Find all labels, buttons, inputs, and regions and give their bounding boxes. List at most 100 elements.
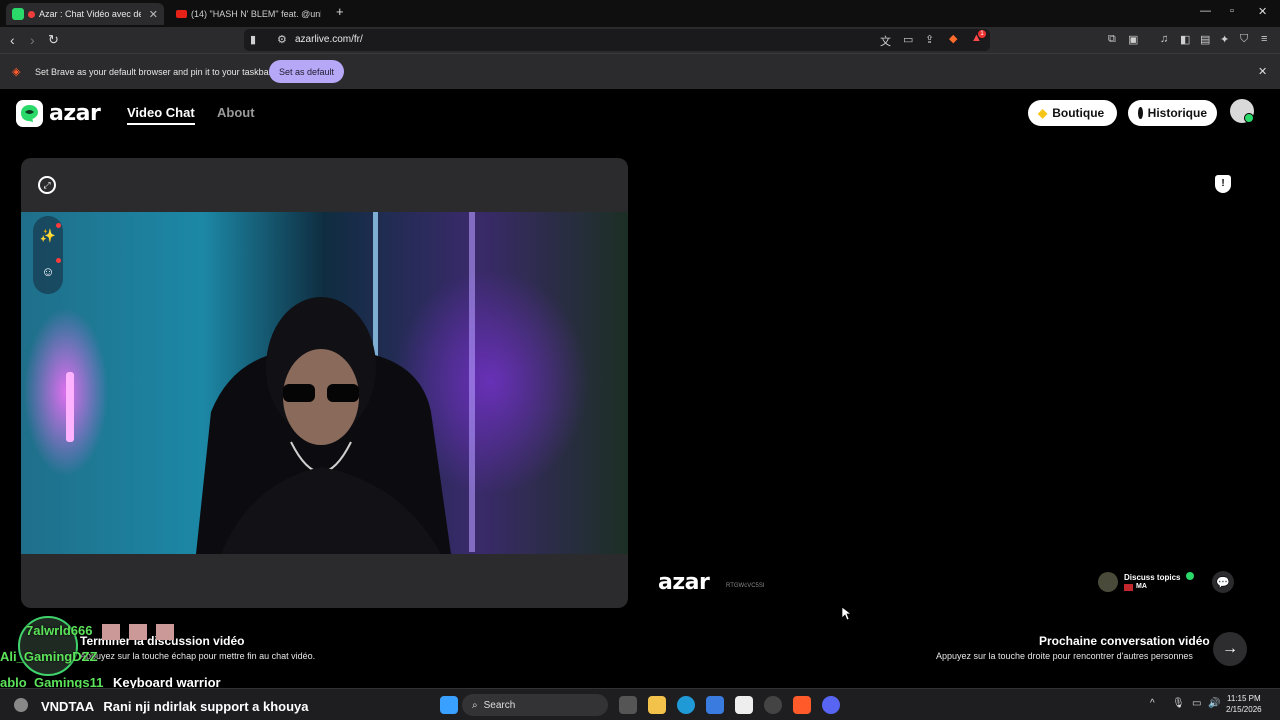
next-chat-subtitle: Appuyez sur la touche droite pour rencon… (936, 651, 1193, 661)
emote-icon (129, 624, 147, 640)
emote-icon (156, 624, 174, 640)
brave-taskbar-icon[interactable] (793, 696, 811, 714)
self-camera-illustration (66, 212, 475, 554)
browser-toolbar: ‹ › ↻ ▮ ⚙ azarlive.com/fr/ 文 ▭ ⇪ ◆ ▲ 1 ⧉… (0, 27, 1280, 53)
nav-video-chat[interactable]: Video Chat (127, 105, 195, 120)
url-text[interactable]: azarlive.com/fr/ (295, 34, 363, 45)
close-tab-icon[interactable]: ✕ (149, 8, 158, 21)
restore-icon[interactable]: ▫ (1230, 5, 1234, 17)
weather-icon[interactable] (14, 698, 28, 712)
diamond-icon: ◆ (1038, 106, 1048, 120)
end-chat-subtitle: Appuyez sur la touche échap pour mettre … (80, 651, 316, 661)
close-window-icon[interactable]: ✕ (1258, 5, 1267, 18)
browser-tab-strip: Azar : Chat Vidéo avec de no ✕ (14) "HAS… (0, 0, 1280, 27)
bookmark-icon[interactable]: ▮ (250, 33, 256, 46)
music-icon[interactable]: ♫ (1160, 33, 1168, 45)
brave-shields-icon[interactable]: ◆ (949, 32, 957, 45)
chat-username: 7alwrld666 (26, 623, 93, 638)
self-camera-feed (21, 212, 628, 554)
clock-date: 2/15/2026 (1226, 705, 1262, 714)
chat-username: Ali_GamingDZZ (0, 649, 98, 664)
screenshot-icon[interactable]: ▣ (1128, 33, 1138, 46)
chat-bubble-icon[interactable]: 💬 (1212, 571, 1234, 593)
mouse-cursor-icon (842, 607, 851, 620)
close-infobar-icon[interactable]: ✕ (1258, 65, 1267, 78)
tray-chevron-icon[interactable]: ^ (1150, 698, 1155, 709)
emote-row (102, 624, 174, 640)
next-conversation-button[interactable]: → (1213, 632, 1247, 666)
verified-icon (1186, 572, 1194, 580)
tab-youtube[interactable]: (14) "HASH N' BLEM" feat. @unknwn (170, 3, 330, 25)
vpn-shield-icon[interactable]: ⛉ (1240, 33, 1248, 46)
self-video-panel: ⤢ (21, 158, 628, 608)
windows-taskbar: VNDTAA Rani nji ndirlak support a khouya… (0, 688, 1280, 720)
microphone-icon[interactable]: 🎙 (1172, 698, 1185, 709)
tab-title: Azar : Chat Vidéo avec de no (39, 9, 141, 19)
windows-start-icon[interactable] (440, 696, 458, 714)
discuss-topics-label: Discuss topics (1124, 573, 1181, 582)
set-default-button[interactable]: Set as default (269, 60, 344, 83)
expand-icon[interactable]: ⤢ (38, 176, 56, 194)
discord-icon[interactable] (822, 696, 840, 714)
clock-icon (1138, 107, 1143, 119)
history-button[interactable]: Historique (1128, 100, 1217, 126)
store-icon[interactable] (706, 696, 724, 714)
azar-logo-icon (16, 100, 43, 127)
chat-username: VNDTAA (41, 699, 94, 714)
chat-line: VNDTAA Rani nji ndirlak support a khouya (41, 699, 309, 714)
cast-icon[interactable]: ▭ (903, 33, 913, 46)
youtube-favicon-icon (176, 10, 187, 18)
edge-icon[interactable] (677, 696, 695, 714)
tab-azar[interactable]: Azar : Chat Vidéo avec de no ✕ (6, 3, 164, 25)
azar-logo[interactable]: azar (16, 100, 101, 127)
notepad-icon[interactable] (735, 696, 753, 714)
new-tab-icon[interactable]: + (336, 4, 344, 19)
network-icon[interactable]: ▭ (1192, 698, 1201, 709)
brave-logo-icon: ◈ (12, 66, 21, 78)
infobar-text: Set Brave as your default browser and pi… (35, 67, 272, 77)
system-clock[interactable]: 11:15 PM 2/15/2026 (1226, 693, 1262, 715)
share-icon[interactable]: ⇪ (925, 33, 934, 46)
file-explorer-icon[interactable] (648, 696, 666, 714)
leo-ai-icon[interactable]: ✦ (1220, 33, 1229, 46)
sidebar-icon[interactable]: ◧ (1180, 33, 1190, 46)
emote-icon (102, 624, 120, 640)
minimize-icon[interactable]: — (1200, 5, 1211, 17)
address-bar[interactable]: ▮ ⚙ azarlive.com/fr/ 文 ▭ ⇪ ◆ ▲ 1 (244, 29, 990, 51)
azar-wordmark: azar (49, 101, 101, 126)
azar-favicon-icon (12, 8, 24, 20)
nav-active-underline (127, 123, 195, 125)
extensions-icon[interactable]: ⧉ (1108, 33, 1116, 46)
reload-icon[interactable]: ↻ (48, 32, 59, 48)
search-icon: ⌕ (472, 699, 478, 711)
stranger-video-feed (819, 158, 1072, 608)
partner-country: MA (1136, 583, 1147, 590)
site-info-icon[interactable]: ⚙ (277, 33, 287, 46)
tab-title: (14) "HASH N' BLEM" feat. @unknwn (191, 9, 321, 19)
shop-label: Boutique (1052, 106, 1105, 120)
back-icon[interactable]: ‹ (10, 32, 15, 48)
steam-icon[interactable] (764, 696, 782, 714)
next-chat-title[interactable]: Prochaine conversation vidéo (1039, 634, 1210, 648)
forward-icon[interactable]: › (30, 32, 35, 48)
recording-dot-icon (28, 10, 35, 18)
wallet-icon[interactable]: ▤ (1200, 33, 1210, 46)
taskbar-search[interactable]: ⌕ Search (462, 694, 608, 716)
menu-icon[interactable]: ≡ (1261, 33, 1267, 45)
effects-notification-dot (56, 223, 61, 228)
chat-message: Rani nji ndirlak support a khouya (103, 699, 309, 714)
nav-about[interactable]: About (217, 105, 255, 120)
chat-line: 7alwrld666 (26, 623, 93, 638)
history-label: Historique (1147, 106, 1207, 120)
azar-watermark: azar (658, 570, 710, 595)
translate-icon[interactable]: 文 (880, 33, 891, 49)
default-browser-infobar: ◈ Set Brave as your default browser and … (0, 53, 1280, 89)
watermark-id: RTGWcVC5SI (726, 583, 765, 589)
volume-icon[interactable]: 🔊 (1208, 698, 1220, 709)
profile-avatar[interactable] (1230, 99, 1254, 123)
report-shield-icon[interactable]: ! (1215, 175, 1231, 193)
search-placeholder: Search (483, 699, 516, 711)
rewards-badge: 1 (978, 30, 986, 38)
task-view-icon[interactable] (619, 696, 637, 714)
shop-button[interactable]: ◆ Boutique (1028, 100, 1117, 126)
